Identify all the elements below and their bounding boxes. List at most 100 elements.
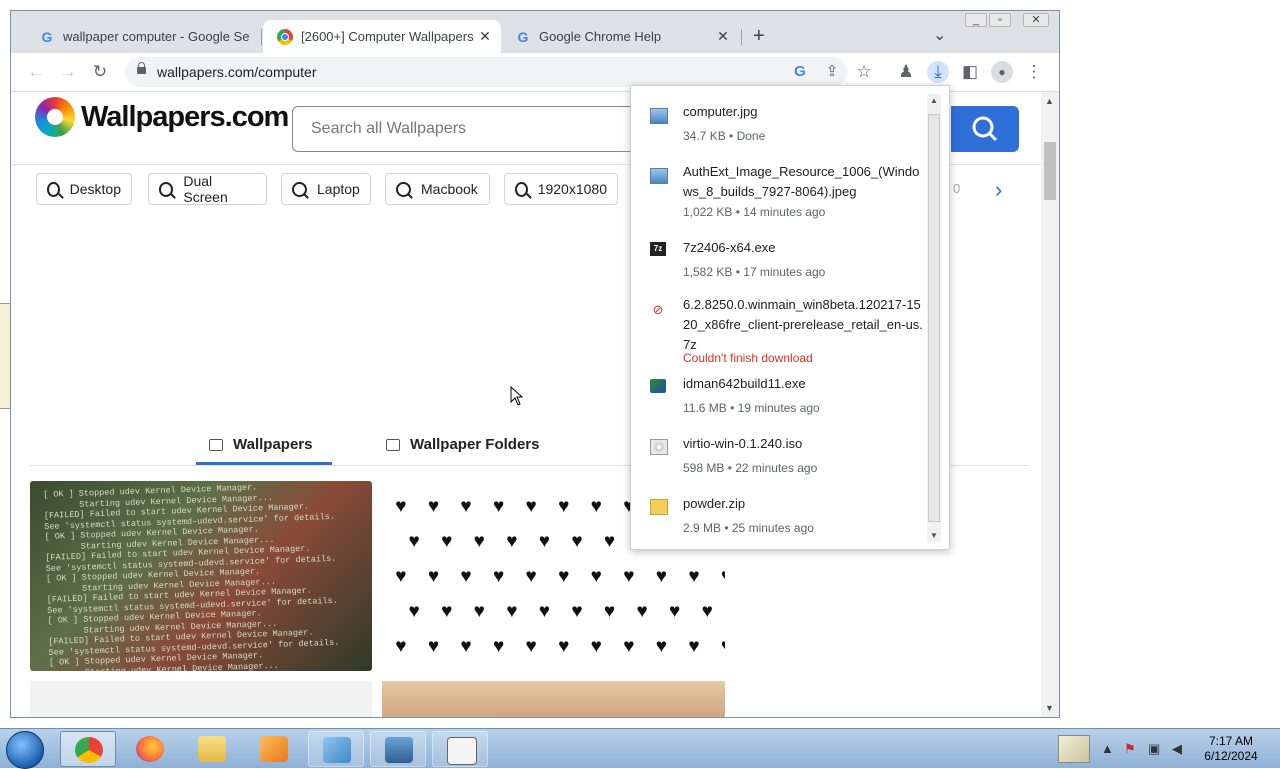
chrome-icon (75, 737, 103, 763)
chip-laptop[interactable]: Laptop (281, 173, 371, 205)
forward-button[interactable]: → (57, 61, 79, 83)
clock[interactable]: 7:17 AM 6/12/2024 (1196, 734, 1266, 764)
scroll-down-arrow[interactable]: ▼ (930, 531, 938, 540)
close-tab-icon[interactable]: ✕ (713, 28, 733, 45)
taskbar-explorer[interactable] (184, 731, 240, 767)
profile-icon[interactable]: ● (991, 61, 1013, 83)
chip-label: Desktop (69, 181, 121, 197)
download-status: 34.7 KB • Done (683, 129, 766, 143)
wallpaper-thumbnail[interactable] (30, 681, 372, 717)
clock-date: 6/12/2024 (1204, 749, 1258, 763)
disc-image-icon (650, 439, 668, 455)
wallpaper-thumbnail[interactable] (382, 681, 725, 717)
tab-label: Wallpaper Folders (410, 436, 540, 453)
url-text[interactable]: wallpapers.com/computer (157, 64, 317, 80)
lock-icon[interactable] (137, 62, 146, 74)
scroll-up-arrow[interactable]: ▲ (930, 96, 938, 105)
google-icon: G (41, 28, 53, 45)
close-window-button[interactable]: ✕ (1023, 13, 1049, 27)
download-filename: AuthExt_Image_Resource_1006_(Windows_8_b… (683, 164, 920, 199)
search-input[interactable] (309, 119, 633, 139)
address-bar[interactable]: wallpapers.com/computer G ⇪ ☆ (125, 57, 872, 87)
7zip-icon: 7z (650, 242, 666, 256)
chip-desktop[interactable]: Desktop (36, 173, 132, 205)
chip-macbook[interactable]: Macbook (385, 173, 490, 205)
scrollbar-thumb[interactable] (928, 114, 940, 522)
back-button[interactable]: ← (25, 61, 47, 83)
search-icon (292, 181, 307, 197)
download-filename: 7z2406-x64.exe (683, 240, 776, 255)
chip-label: Dual Screen (183, 173, 228, 205)
tab-title: [2600+] Computer Wallpapers | W (301, 29, 475, 44)
wallpaper-thumbnail-terminal[interactable]: [ OK ] Stopped udev Kernel Device Manage… (30, 481, 372, 671)
scroll-down-arrow[interactable]: ▼ (1045, 703, 1054, 713)
tab-search-button[interactable]: ⌄ (933, 25, 946, 45)
idm-icon (650, 379, 666, 393)
downloads-icon[interactable]: ⤓ (927, 61, 949, 83)
notepad-tray-icon[interactable] (1058, 735, 1090, 763)
download-status: 11.6 MB • 19 minutes ago (683, 401, 820, 415)
start-button[interactable] (6, 731, 44, 769)
network-icon[interactable]: ▣ (1148, 741, 1160, 757)
close-tab-icon[interactable]: ✕ (475, 28, 495, 45)
menu-icon[interactable]: ⋮ (1023, 61, 1045, 83)
tab-google-search[interactable]: G wallpaper computer - Google Se (25, 20, 259, 53)
paint-icon (323, 737, 351, 763)
minimize-button[interactable]: _ (965, 13, 987, 27)
zip-folder-icon (650, 499, 668, 515)
chrome-icon (277, 28, 293, 45)
download-filename: virtio-win-0.1.240.iso (683, 436, 803, 451)
calculator-icon (447, 737, 477, 765)
taskbar-chrome[interactable] (60, 731, 116, 767)
tab-separator (261, 29, 262, 45)
clock-time: 7:17 AM (1208, 734, 1254, 748)
image-file-icon (650, 168, 668, 184)
show-hidden-icons[interactable]: ▲ (1101, 741, 1114, 756)
tab-wallpaper-folders[interactable]: Wallpaper Folders (386, 436, 539, 453)
taskbar-calculator[interactable] (432, 731, 488, 767)
chips-next-arrow[interactable]: › (995, 177, 1002, 203)
download-status: 598 MB • 22 minutes ago (683, 461, 818, 475)
search-box[interactable] (292, 106, 642, 152)
downloads-scrollbar[interactable]: ▲ ▼ (927, 94, 941, 542)
downloads-bubble: computer.jpg 34.7 KB • Done AuthExt_Imag… (630, 85, 950, 550)
search-icon (396, 181, 411, 197)
scroll-up-arrow[interactable]: ▲ (1045, 96, 1054, 106)
bookmark-star-icon[interactable]: ☆ (853, 61, 875, 83)
maximize-button[interactable]: ▫ (989, 13, 1011, 27)
chip-label: Macbook (421, 181, 478, 197)
logo-icon[interactable] (35, 97, 75, 137)
download-status: 1,582 KB • 17 minutes ago (683, 265, 826, 279)
new-tab-button[interactable]: + (753, 25, 765, 48)
taskbar-photo-viewer[interactable] (370, 731, 426, 767)
chip-label: 1920x1080 (537, 181, 607, 197)
search-button[interactable] (951, 106, 1019, 152)
image-icon (209, 438, 223, 451)
chip-1920x1080[interactable]: 1920x1080 (504, 173, 618, 205)
google-icon: G (517, 28, 529, 45)
reload-button[interactable]: ↻ (89, 61, 111, 83)
download-filename: 6.2.8250.0.winmain_win8beta.120217-1520_… (683, 297, 923, 352)
side-panel-icon[interactable]: ◧ (959, 61, 981, 83)
taskbar-media-player[interactable] (246, 731, 302, 767)
mouse-cursor-icon (510, 386, 524, 406)
tab-chrome-help[interactable]: G Google Chrome Help ✕ (501, 20, 739, 53)
media-player-icon (260, 736, 288, 762)
scrollbar-thumb[interactable] (1044, 142, 1056, 200)
google-lens-icon[interactable]: G (789, 61, 811, 83)
extension-icon[interactable]: ♟ (895, 61, 917, 83)
share-icon[interactable]: ⇪ (821, 61, 843, 83)
taskbar-paint[interactable] (308, 731, 364, 767)
action-center-icon[interactable]: ⚑ (1124, 741, 1136, 757)
site-logo[interactable]: Wallpapers.com (81, 101, 289, 134)
chip-partial-label: 0 (953, 181, 961, 196)
tab-title: Google Chrome Help (539, 29, 662, 44)
search-icon (47, 181, 60, 197)
tab-wallpapers-page[interactable]: Wallpapers (209, 436, 312, 453)
tab-wallpapers[interactable]: [2600+] Computer Wallpapers | W ✕ (263, 20, 501, 53)
page-scrollbar[interactable]: ▲ ▼ (1041, 92, 1059, 717)
volume-icon[interactable]: ◀ (1172, 741, 1182, 757)
download-status: 2.9 MB • 25 minutes ago (683, 521, 814, 535)
taskbar-firefox[interactable] (122, 731, 178, 767)
chip-dual-screen[interactable]: Dual Screen (148, 173, 267, 205)
